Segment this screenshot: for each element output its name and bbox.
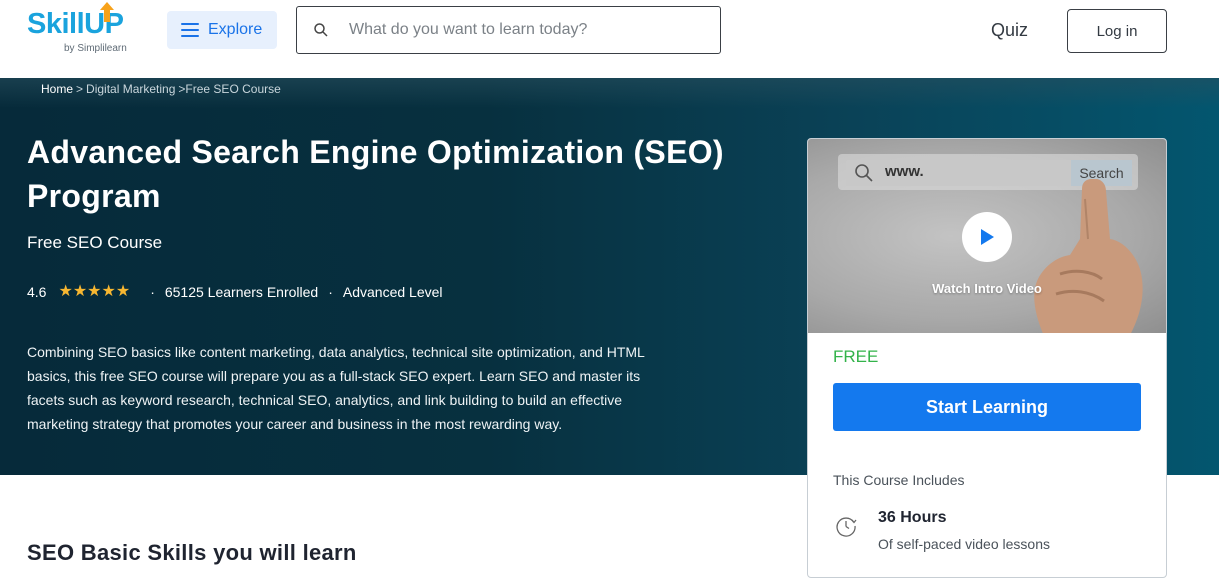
intro-video[interactable]: www. Search Watch Intro Video: [808, 139, 1166, 333]
course-meta: 4.6 ★ ★ ★ ★ ★ · 65125 Learners Enrolled …: [27, 284, 443, 301]
rating-value: 4.6: [27, 284, 47, 300]
skills-section-title: SEO Basic Skills you will learn: [27, 540, 357, 565]
explore-button[interactable]: Explore: [167, 11, 277, 49]
breadcrumb-home[interactable]: Home: [41, 82, 73, 96]
search-input[interactable]: [349, 21, 689, 39]
star-icon: ★: [87, 283, 102, 300]
includes-title: This Course Includes: [833, 472, 965, 488]
breadcrumb: Home > Digital Marketing > Free SEO Cour…: [41, 82, 281, 96]
breadcrumb-digital-marketing[interactable]: Digital Marketing: [86, 82, 175, 96]
course-card: www. Search Watch Intro Video FREE Start…: [807, 138, 1167, 578]
logo-subtext: by Simplilearn: [64, 43, 127, 54]
include-item: 36 Hours Of self-paced video lessons: [833, 509, 1143, 559]
quiz-link[interactable]: Quiz: [991, 20, 1028, 41]
course-level: Advanced Level: [342, 284, 443, 300]
star-icon: ★: [72, 283, 88, 300]
breadcrumb-separator: >: [178, 82, 186, 96]
login-button[interactable]: Log in: [1067, 9, 1167, 53]
separator-dot: ·: [150, 284, 155, 300]
learners-count: 65125 Learners Enrolled: [164, 284, 319, 300]
search-icon: [314, 23, 328, 37]
site-header: SkillUP by Simplilearn Explore Quiz Log …: [0, 0, 1219, 78]
rating-stars: ★ ★ ★ ★ ★: [58, 284, 130, 300]
thumb-url-text: www.: [885, 163, 924, 180]
course-description: Combining SEO basics like content market…: [27, 344, 645, 432]
start-learning-button[interactable]: Start Learning: [833, 383, 1141, 431]
play-button[interactable]: [962, 212, 1012, 262]
page-title: Advanced Search Engine Optimization (SEO…: [27, 134, 724, 214]
include-title: 36 Hours: [878, 509, 947, 526]
separator-dot: ·: [328, 284, 333, 300]
thumb-magnifier-icon: [855, 164, 873, 182]
breadcrumb-current: Free SEO Course: [185, 82, 281, 96]
search-box[interactable]: [296, 6, 721, 54]
breadcrumb-separator: >: [76, 82, 84, 96]
price-label: FREE: [833, 347, 879, 366]
explore-label: Explore: [208, 21, 263, 38]
star-icon: ★: [58, 283, 73, 300]
play-icon: [981, 229, 994, 245]
logo-arrow-icon: [100, 2, 114, 22]
pointing-hand-image: [1034, 179, 1143, 333]
star-icon: ★: [101, 283, 116, 300]
hamburger-icon: [181, 23, 199, 37]
include-detail: Of self-paced video lessons: [878, 536, 1050, 552]
skillup-logo[interactable]: SkillUP by Simplilearn: [27, 2, 137, 56]
clock-icon: [836, 517, 857, 537]
course-subtitle: Free SEO Course: [27, 233, 163, 252]
watch-intro-label: Watch Intro Video: [932, 281, 1042, 296]
star-half-icon: ★: [115, 283, 131, 300]
